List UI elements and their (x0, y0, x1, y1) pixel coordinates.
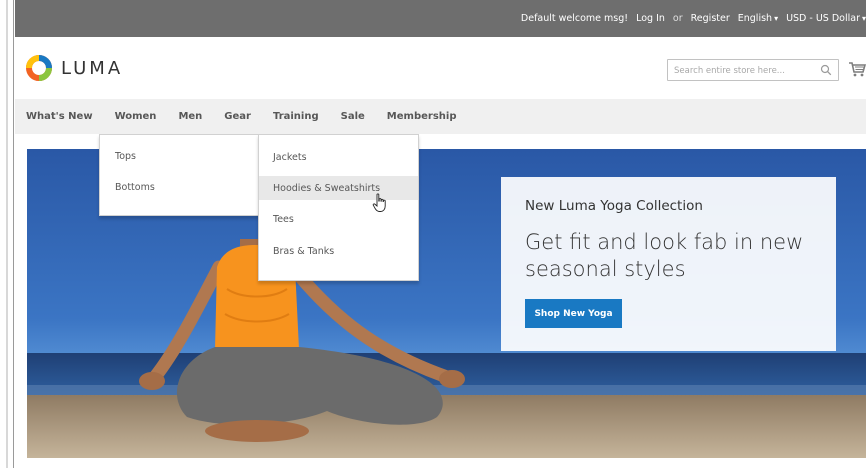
nav-item-women[interactable]: Women (104, 111, 168, 122)
promo-headline: Get fit and look fab in new seasonal sty… (525, 230, 804, 281)
chevron-down-icon: ▾ (774, 14, 779, 23)
or-text: or (672, 13, 683, 24)
submenu-item-tops[interactable]: Tops (115, 151, 136, 162)
logo-text: LUMA (61, 57, 124, 79)
submenu-item-hoodies-sweatshirts[interactable]: Hoodies & Sweatshirts (259, 176, 418, 200)
nav-item-men[interactable]: Men (167, 111, 213, 122)
search-box (667, 59, 839, 81)
currency-label: USD - US Dollar (786, 13, 860, 24)
nav-item-membership[interactable]: Membership (376, 111, 468, 122)
logo-link[interactable]: LUMA (25, 54, 123, 82)
search-input[interactable] (674, 63, 814, 78)
submenu-item-bottoms[interactable]: Bottoms (115, 182, 155, 193)
register-link[interactable]: Register (691, 13, 730, 24)
submenu-item-jackets[interactable]: Jackets (259, 145, 418, 169)
main-navigation: What's New Women Men Gear Training Sale … (15, 99, 866, 134)
currency-switcher[interactable]: USD - US Dollar ▾ (786, 13, 866, 24)
cart-icon[interactable] (848, 60, 866, 78)
nav-item-gear[interactable]: Gear (213, 111, 262, 122)
hand-cursor-icon (372, 193, 386, 212)
page-bottom (15, 459, 866, 468)
window-edge (0, 0, 14, 468)
top-links: Default welcome msg! Log In or Register … (521, 0, 866, 37)
chevron-down-icon: ▾ (861, 14, 866, 23)
language-label: English (737, 13, 773, 24)
login-link[interactable]: Log In (636, 13, 665, 24)
submenu-item-tees[interactable]: Tees (259, 207, 418, 231)
luma-logo-icon (26, 55, 52, 81)
search-icon[interactable] (820, 64, 832, 76)
top-panel: Default welcome msg! Log In or Register … (15, 0, 866, 37)
women-submenu: Tops Bottoms (99, 134, 260, 216)
welcome-message: Default welcome msg! (520, 13, 629, 24)
promo-box: New Luma Yoga Collection Get fit and loo… (501, 177, 836, 351)
browser-page: Default welcome msg! Log In or Register … (0, 0, 866, 468)
promo-kicker: New Luma Yoga Collection (525, 198, 703, 214)
language-switcher[interactable]: English ▾ (738, 13, 778, 24)
nav-item-training[interactable]: Training (262, 111, 330, 122)
site-header: LUMA (15, 37, 866, 99)
training-submenu: Jackets Hoodies & Sweatshirts Tees Bras … (258, 134, 419, 281)
shop-new-yoga-button[interactable]: Shop New Yoga (525, 299, 622, 328)
nav-item-whats-new[interactable]: What's New (15, 111, 104, 122)
nav-item-sale[interactable]: Sale (330, 111, 376, 122)
submenu-item-bras-tanks[interactable]: Bras & Tanks (259, 239, 418, 263)
